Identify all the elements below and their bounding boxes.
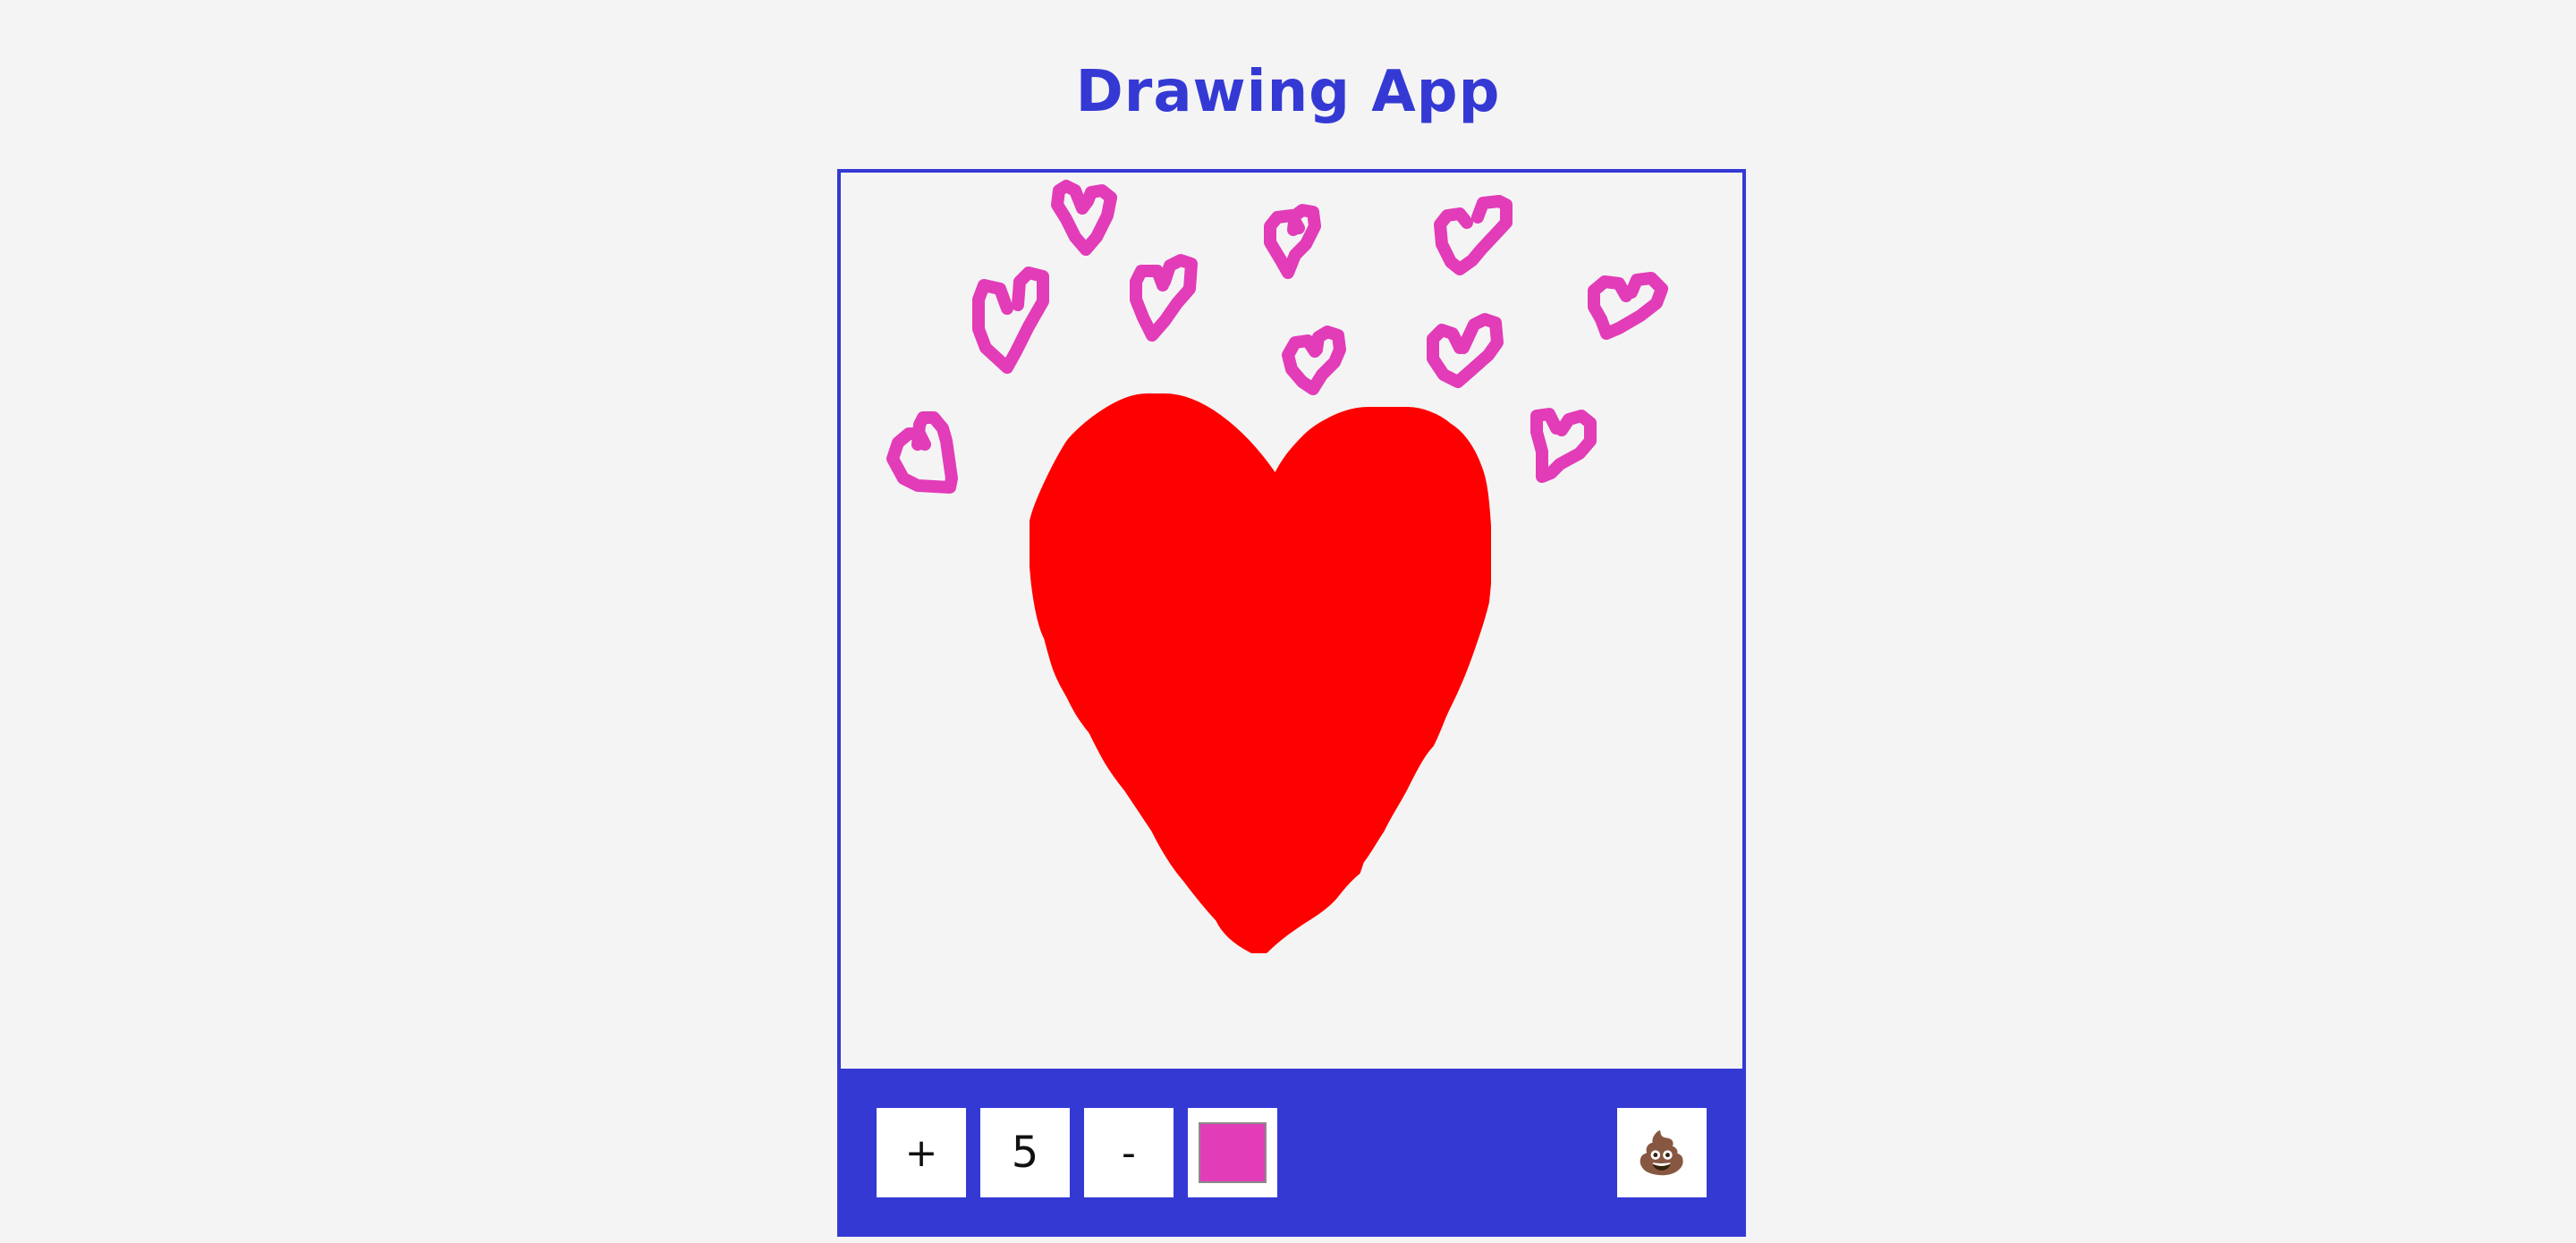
pink-heart-stroke	[1530, 408, 1597, 483]
pink-heart-stroke	[1588, 272, 1668, 340]
increase-size-button[interactable]: +	[877, 1108, 966, 1197]
drawing-app-page: Drawing App + 5 - 💩	[0, 0, 2576, 1243]
small-pink-hearts	[886, 180, 1668, 494]
brush-size-display: 5	[980, 1108, 1070, 1197]
pink-heart-stroke	[1051, 180, 1117, 256]
pink-heart-stroke	[972, 266, 1049, 374]
pink-heart-stroke	[1130, 254, 1198, 342]
color-picker[interactable]	[1188, 1108, 1277, 1197]
pink-heart-stroke	[1264, 204, 1321, 279]
clear-button[interactable]: 💩	[1617, 1108, 1707, 1197]
pink-heart-stroke	[1427, 313, 1504, 388]
drawing-canvas[interactable]	[841, 173, 1742, 1072]
pink-heart-stroke	[886, 411, 958, 494]
poo-icon: 💩	[1636, 1128, 1688, 1177]
color-swatch[interactable]	[1199, 1122, 1267, 1183]
page-title: Drawing App	[1075, 59, 1501, 125]
pink-heart-stroke	[1434, 195, 1513, 275]
big-red-heart-stroke	[1030, 393, 1491, 953]
toolbox: + 5 - 💩	[837, 1069, 1746, 1237]
pink-heart-stroke	[1282, 326, 1346, 395]
decrease-size-button[interactable]: -	[1084, 1108, 1174, 1197]
canvas-frame	[837, 169, 1746, 1076]
